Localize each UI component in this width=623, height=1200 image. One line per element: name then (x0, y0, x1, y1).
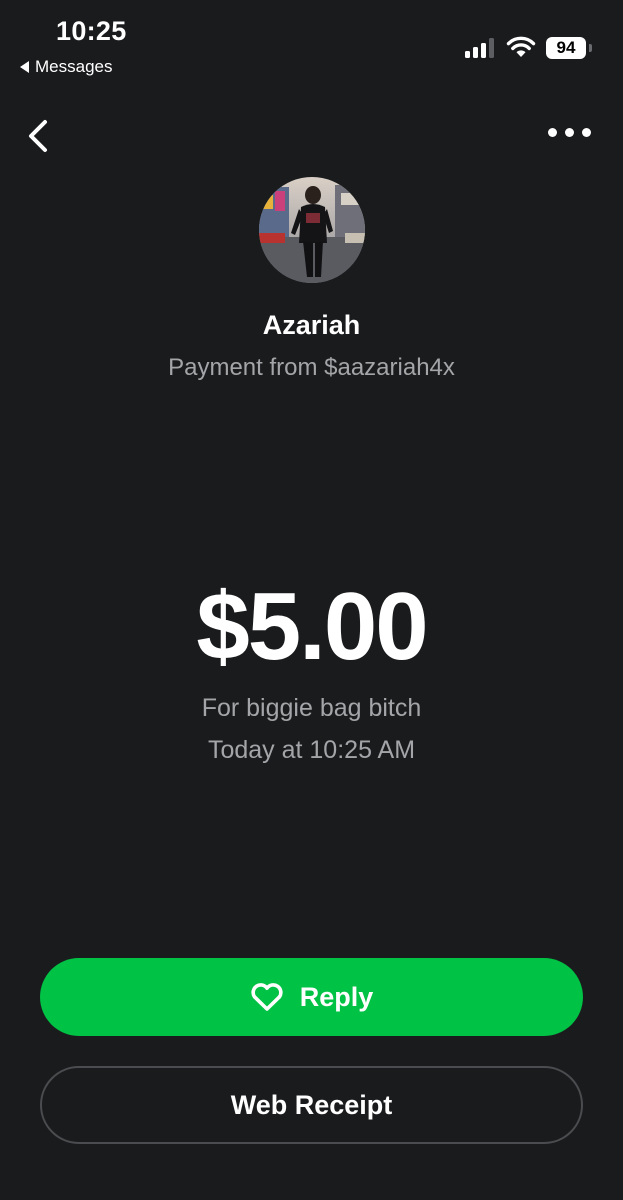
back-app-label: Messages (35, 57, 113, 76)
battery-level: 94 (556, 38, 576, 57)
status-bar-time: 10:25 (56, 16, 127, 46)
back-triangle-icon (20, 61, 29, 73)
web-receipt-label: Web Receipt (230, 1089, 393, 1120)
avatar-photo (259, 177, 365, 283)
back-to-messages-link[interactable]: Messages (20, 57, 112, 77)
more-horizontal-icon[interactable] (548, 128, 591, 137)
cellular-signal-icon (465, 38, 494, 58)
chevron-left-icon[interactable] (24, 118, 54, 154)
payment-amount: $5.00 (196, 573, 428, 680)
wifi-icon (506, 36, 536, 57)
web-receipt-button[interactable]: Web Receipt (40, 1066, 583, 1144)
reply-button[interactable]: Reply (40, 958, 583, 1036)
heart-outline-icon (251, 983, 283, 1011)
battery-indicator: 94 (546, 37, 586, 59)
avatar (259, 177, 365, 283)
payment-timestamp: Today at 10:25 AM (207, 736, 416, 764)
reply-label: Reply (299, 981, 374, 1012)
battery-cap (589, 44, 592, 52)
payment-source: Payment from $aazariah4x (168, 354, 455, 381)
payment-note: For biggie bag bitch (201, 694, 422, 722)
sender-name: Azariah (262, 310, 361, 340)
